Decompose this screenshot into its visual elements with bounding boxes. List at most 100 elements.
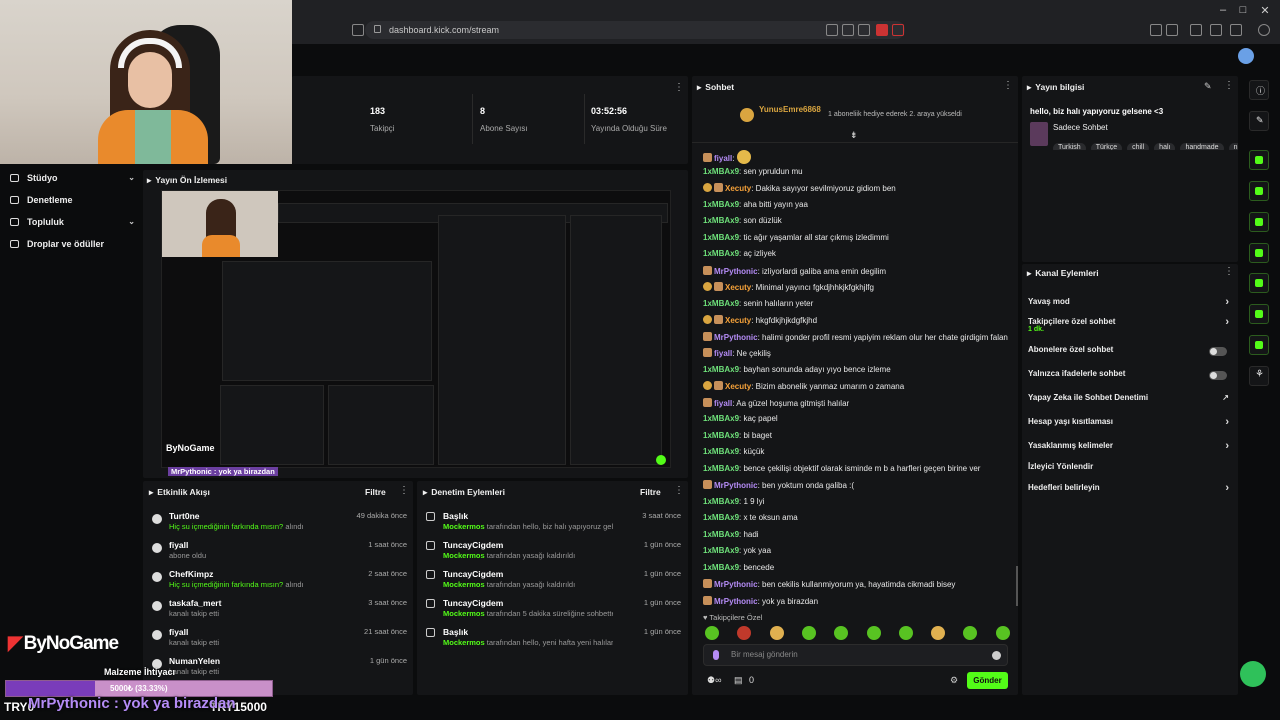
chat-username[interactable]: 1xMBAx9 bbox=[703, 233, 739, 242]
flash-button[interactable] bbox=[1249, 181, 1269, 201]
tag-chip[interactable]: handmade bbox=[1180, 143, 1224, 150]
gift-icon[interactable]: ▤ bbox=[734, 675, 743, 685]
emote-button[interactable] bbox=[866, 626, 881, 640]
chat-input[interactable]: Bir mesaj gönderin bbox=[703, 644, 1008, 666]
moderation-item[interactable]: Başlık Mockermos tarafından hello, yeni h… bbox=[423, 624, 685, 651]
chat-username[interactable]: 1xMBAx9 bbox=[703, 299, 739, 308]
activity-item[interactable]: taskafa_mert kanalı takip etti 3 saat önce bbox=[149, 595, 409, 622]
moderation-user[interactable]: Mockermos bbox=[443, 580, 487, 589]
chat-username[interactable]: MrPythonic bbox=[714, 580, 758, 589]
chat-username[interactable]: MrPythonic bbox=[714, 333, 758, 342]
chat-username[interactable]: Xecuty bbox=[725, 283, 751, 292]
chat-username[interactable]: 1xMBAx9 bbox=[703, 563, 739, 572]
chat-username[interactable]: 1xMBAx9 bbox=[703, 464, 739, 473]
activity-user[interactable]: Turt0ne bbox=[169, 511, 200, 521]
emote-button[interactable] bbox=[769, 626, 784, 640]
emote-button[interactable] bbox=[898, 626, 913, 640]
activity-user[interactable]: ChefKimpz bbox=[169, 569, 213, 579]
chat-username[interactable]: MrPythonic bbox=[714, 481, 758, 490]
more-icon[interactable]: ⋮ bbox=[674, 82, 684, 93]
stack-button[interactable] bbox=[1249, 304, 1269, 324]
moderation-item[interactable]: Başlık Mockermos tarafından hello, biz ha… bbox=[423, 508, 685, 535]
nav-moderation[interactable]: Denetleme bbox=[10, 195, 135, 213]
edit-icon[interactable]: ✎ bbox=[1204, 81, 1212, 92]
moderation-item[interactable]: TuncayCigdem Mockermos tarafından yasağı … bbox=[423, 537, 685, 564]
chat-username[interactable]: 1xMBAx9 bbox=[703, 249, 739, 258]
channel-action-item[interactable]: Abonelere özel sohbet bbox=[1028, 345, 1233, 363]
tag-chip[interactable]: Turkish bbox=[1053, 143, 1086, 150]
avatar[interactable] bbox=[1238, 48, 1254, 64]
chat-username[interactable]: 1xMBAx9 bbox=[703, 447, 739, 456]
tag-chip[interactable]: halı bbox=[1154, 143, 1176, 150]
camera-off-icon[interactable] bbox=[826, 24, 838, 36]
filter-button[interactable]: Filtre bbox=[365, 487, 386, 497]
chat-username[interactable]: 1xMBAx9 bbox=[703, 530, 739, 539]
chat-username[interactable]: 1xMBAx9 bbox=[703, 200, 739, 209]
chat-button[interactable] bbox=[1249, 243, 1269, 263]
moderation-user[interactable]: Mockermos bbox=[443, 551, 487, 560]
activity-item[interactable]: NumanYelen kanalı takip etti 1 gün önce bbox=[149, 653, 409, 680]
rewards-icon[interactable] bbox=[892, 24, 904, 36]
emoji-icon[interactable] bbox=[992, 651, 1001, 660]
activity-user[interactable]: fiyall bbox=[169, 627, 188, 637]
help-button[interactable] bbox=[1240, 661, 1266, 687]
close-button[interactable]: ✕ bbox=[1258, 4, 1272, 18]
activity-item[interactable]: ChefKimpz Hiç su içmediğinin farkında mıs… bbox=[149, 566, 409, 593]
channel-action-item[interactable]: Yapay Zeka ile Sohbet Denetimi ↗ bbox=[1028, 393, 1233, 411]
toggle-switch[interactable] bbox=[1209, 371, 1227, 380]
channel-action-item[interactable]: Hesap yaşı kısıtlaması › bbox=[1028, 416, 1233, 435]
sidebar-icon[interactable] bbox=[1166, 24, 1178, 36]
profile-icon[interactable] bbox=[1230, 24, 1242, 36]
channel-action-item[interactable]: Yasaklanmış kelimeler › bbox=[1028, 440, 1233, 459]
zoom-icon[interactable] bbox=[842, 24, 854, 36]
bookmark-icon[interactable] bbox=[352, 24, 364, 36]
activity-user[interactable]: fiyall bbox=[169, 540, 188, 550]
more-icon[interactable]: ⋮ bbox=[399, 485, 409, 496]
tag-chip[interactable]: n bbox=[1228, 143, 1238, 150]
minimize-button[interactable]: – bbox=[1216, 4, 1230, 18]
moderation-item[interactable]: TuncayCigdem Mockermos tarafından yasağı … bbox=[423, 566, 685, 593]
chat-username[interactable]: 1xMBAx9 bbox=[703, 546, 739, 555]
activity-item[interactable]: Turt0ne Hiç su içmediğinin farkında mısın… bbox=[149, 508, 409, 535]
chat-username[interactable]: 1xMBAx9 bbox=[703, 513, 739, 522]
moderation-item[interactable]: TuncayCigdem Mockermos tarafından 5 dakik… bbox=[423, 595, 685, 622]
chat-username[interactable]: 1xMBAx9 bbox=[703, 216, 739, 225]
settings-icon[interactable]: ⚙ bbox=[950, 675, 958, 686]
pen-button[interactable]: ✎ bbox=[1249, 111, 1269, 131]
channel-action-item[interactable]: İzleyici Yönlendir bbox=[1028, 462, 1233, 480]
scroll-down-icon[interactable]: ⇟ bbox=[850, 130, 858, 141]
more-icon[interactable]: ⋮ bbox=[1224, 80, 1234, 91]
nav-drops[interactable]: Droplar ve ödüller bbox=[10, 239, 135, 257]
channel-action-item[interactable]: Takipçilere özel sohbet › 1 dk. bbox=[1028, 316, 1233, 335]
moderation-user[interactable]: Mockermos bbox=[443, 522, 487, 531]
nav-studio[interactable]: Stüdyo ⌄ bbox=[10, 173, 135, 191]
nav-community[interactable]: Topluluk ⌄ bbox=[10, 217, 135, 235]
toggle-switch[interactable] bbox=[1209, 347, 1227, 356]
filter-button[interactable]: Filtre bbox=[640, 487, 661, 497]
pinned-user[interactable]: YunusEmre6868 bbox=[759, 105, 821, 114]
emote-button[interactable] bbox=[931, 626, 946, 640]
clip-button[interactable] bbox=[1249, 150, 1269, 170]
channel-action-item[interactable]: Yalnızca ifadelerle sohbet bbox=[1028, 369, 1233, 387]
chat-username[interactable]: fiyall bbox=[714, 399, 732, 408]
tag-chip[interactable]: chill bbox=[1127, 143, 1150, 150]
emote-button[interactable] bbox=[995, 626, 1010, 640]
brave-shield-icon[interactable] bbox=[876, 24, 888, 36]
wallet-icon[interactable] bbox=[1210, 24, 1222, 36]
send-button[interactable]: Gönder bbox=[967, 672, 1008, 689]
infinity-icon[interactable]: ⚉∞ bbox=[707, 675, 721, 685]
stream-preview-video[interactable]: ByNoGame MrPythonic : yok ya birazdan bbox=[161, 190, 671, 476]
address-bar[interactable]: dashboard.kick.com/stream bbox=[365, 21, 905, 39]
chat-username[interactable]: fiyall bbox=[714, 154, 732, 163]
activity-user[interactable]: NumanYelen bbox=[169, 656, 220, 666]
activity-item[interactable]: fiyall abone oldu 1 saat önce bbox=[149, 537, 409, 564]
extension-icon[interactable] bbox=[1150, 24, 1162, 36]
maximize-button[interactable]: □ bbox=[1236, 4, 1250, 18]
prediction-button[interactable] bbox=[1249, 273, 1269, 293]
channel-action-item[interactable]: Yavaş mod › bbox=[1028, 296, 1233, 315]
activity-item[interactable]: fiyall kanalı takip etti 21 saat önce bbox=[149, 624, 409, 651]
poll-button[interactable] bbox=[1249, 212, 1269, 232]
emote-button[interactable] bbox=[705, 626, 719, 640]
mic-icon[interactable] bbox=[713, 650, 719, 660]
chat-username[interactable]: 1xMBAx9 bbox=[703, 365, 739, 374]
